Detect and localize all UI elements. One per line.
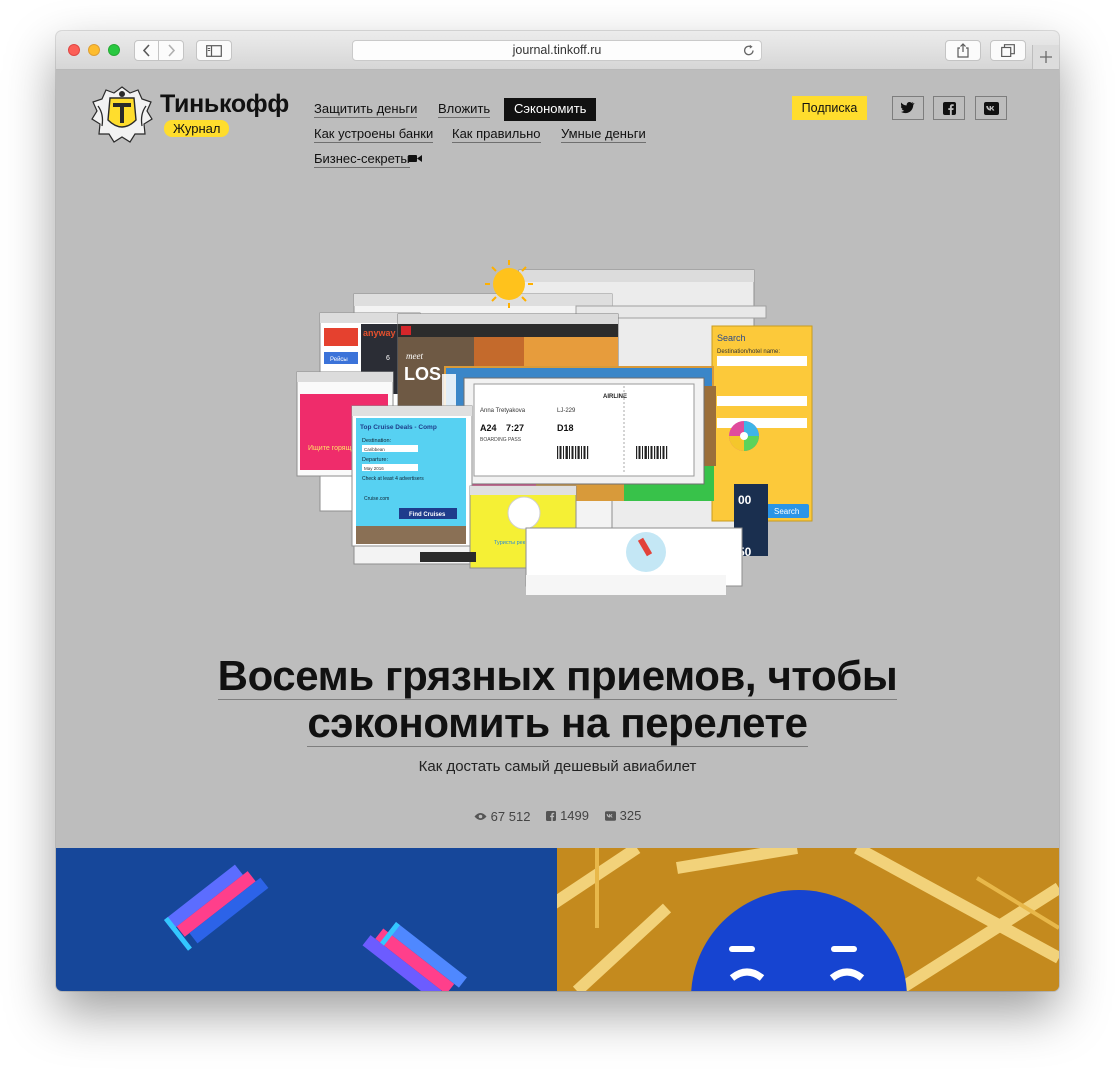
cruise-advertisers-label: Check at least 4 advertisers xyxy=(362,476,424,482)
nav-item-protect-money[interactable]: Защитить деньги xyxy=(314,101,418,118)
nav-item-save[interactable]: Сэкономить xyxy=(504,98,597,121)
boarding-flight-text: LJ-229 xyxy=(557,408,576,414)
sidebar-icon xyxy=(206,44,222,57)
forward-icon xyxy=(167,44,175,57)
related-article-image-left xyxy=(164,864,467,991)
back-button[interactable] xyxy=(134,40,159,61)
vk-icon xyxy=(604,810,616,821)
facebook-button[interactable] xyxy=(933,96,965,120)
vk-button[interactable] xyxy=(975,96,1007,120)
facebook-icon xyxy=(546,810,557,821)
article-title-line-2[interactable]: сэкономить на перелете xyxy=(307,699,808,747)
anyway-logo-text: anyway xyxy=(363,328,396,338)
boarding-time-text: 7:27 xyxy=(506,423,524,433)
boarding-airline-text: AIRLINE xyxy=(603,394,627,400)
zoom-window-button[interactable] xyxy=(108,44,120,56)
article-title-line-1[interactable]: Восемь грязных приемов, чтобы xyxy=(217,652,898,700)
nav-item-smart-money[interactable]: Умные деньги xyxy=(561,126,646,143)
price-text-1: 00 xyxy=(738,493,752,507)
article-subtitle: Как достать самый дешевый авиабилет xyxy=(418,758,697,775)
share-button[interactable] xyxy=(945,40,981,61)
twitter-icon xyxy=(901,102,915,114)
cruise-departure-value: May 2016 xyxy=(364,466,384,471)
reload-button[interactable] xyxy=(743,44,755,63)
svg-text:Рейсы: Рейсы xyxy=(330,356,348,363)
address-bar[interactable]: journal.tinkoff.ru xyxy=(352,40,762,61)
nav-item-business-secrets[interactable]: Бизнес-секреты xyxy=(314,151,410,168)
browser-window: journal.tinkoff.ru Тинькофф Журнал Защит… xyxy=(56,31,1059,991)
vk-icon xyxy=(983,101,999,115)
views-count: 67 512 xyxy=(490,808,531,824)
share-icon xyxy=(957,43,969,58)
boarding-seat-text: D18 xyxy=(557,423,574,433)
address-text: journal.tinkoff.ru xyxy=(512,43,602,57)
cruise-title-text: Top Cruise Deals - Comp xyxy=(360,424,437,431)
facebook-shares-count: 1499 xyxy=(560,808,589,823)
minimize-window-button[interactable] xyxy=(88,44,100,56)
related-article-image-right xyxy=(557,848,1059,991)
tinkoff-logo-icon[interactable] xyxy=(90,84,155,144)
forward-button[interactable] xyxy=(159,40,184,61)
browser-toolbar: journal.tinkoff.ru xyxy=(56,31,1059,70)
brand-name[interactable]: Тинькофф xyxy=(160,90,289,119)
cruise-site-label: Cruise.com xyxy=(364,496,389,502)
nav-item-how-to[interactable]: Как правильно xyxy=(452,126,541,143)
facebook-icon xyxy=(942,101,956,115)
related-article-tile-left[interactable] xyxy=(56,848,557,991)
boarding-passenger-text: Anna Tretyakova xyxy=(480,408,526,414)
la-meet-text: meet xyxy=(406,351,423,361)
search-panel-button: Search xyxy=(774,507,799,516)
eye-icon xyxy=(474,812,487,820)
hero-illustration: Рейсы anyway 6 7 meet LOS Search Destina… xyxy=(296,260,813,595)
la-city-text: LOS xyxy=(404,364,441,384)
twitter-button[interactable] xyxy=(892,96,924,120)
tabs-icon xyxy=(1001,44,1015,57)
plus-icon xyxy=(1040,51,1052,63)
search-panel-title: Search xyxy=(717,333,746,343)
cruise-destination-label: Destination: xyxy=(362,438,392,444)
article-stats: 67 512 1499 325 xyxy=(56,808,1059,824)
facebook-shares-stat[interactable]: 1499 xyxy=(546,808,589,823)
nav-item-how-banks-work[interactable]: Как устроены банки xyxy=(314,126,434,143)
boarding-gate-text: A24 xyxy=(480,423,497,433)
journal-badge[interactable]: Журнал xyxy=(164,120,230,137)
vk-shares-stat[interactable]: 325 xyxy=(604,808,642,823)
boarding-caption-text: BOARDING PASS xyxy=(480,437,522,443)
reload-icon xyxy=(743,44,754,56)
cruise-destination-value: Caribbean xyxy=(364,447,385,452)
related-article-tile-right[interactable] xyxy=(557,848,1059,991)
back-icon xyxy=(142,44,150,57)
sidebar-button[interactable] xyxy=(196,40,232,61)
nav-item-invest[interactable]: Вложить xyxy=(438,101,491,118)
article-title-line-2-wrap: сэкономить на перелете xyxy=(56,699,1059,747)
find-cruises-button: Find Cruises xyxy=(409,512,446,518)
cruise-departure-label: Departure: xyxy=(362,457,388,463)
vk-shares-count: 325 xyxy=(619,808,642,823)
views-stat: 67 512 xyxy=(474,808,531,824)
new-tab-button[interactable] xyxy=(1032,45,1059,69)
web-page: Тинькофф Журнал Защитить деньги Вложить … xyxy=(56,70,1059,991)
article-title-line-1-wrap: Восемь грязных приемов, чтобы xyxy=(56,652,1059,700)
svg-text:6: 6 xyxy=(386,355,390,362)
close-window-button[interactable] xyxy=(68,44,80,56)
video-camera-icon xyxy=(408,155,422,162)
tabs-button[interactable] xyxy=(990,40,1026,61)
search-panel-label: Destination/hotel name: xyxy=(717,349,780,355)
subscribe-button[interactable]: Подписка xyxy=(792,96,867,120)
